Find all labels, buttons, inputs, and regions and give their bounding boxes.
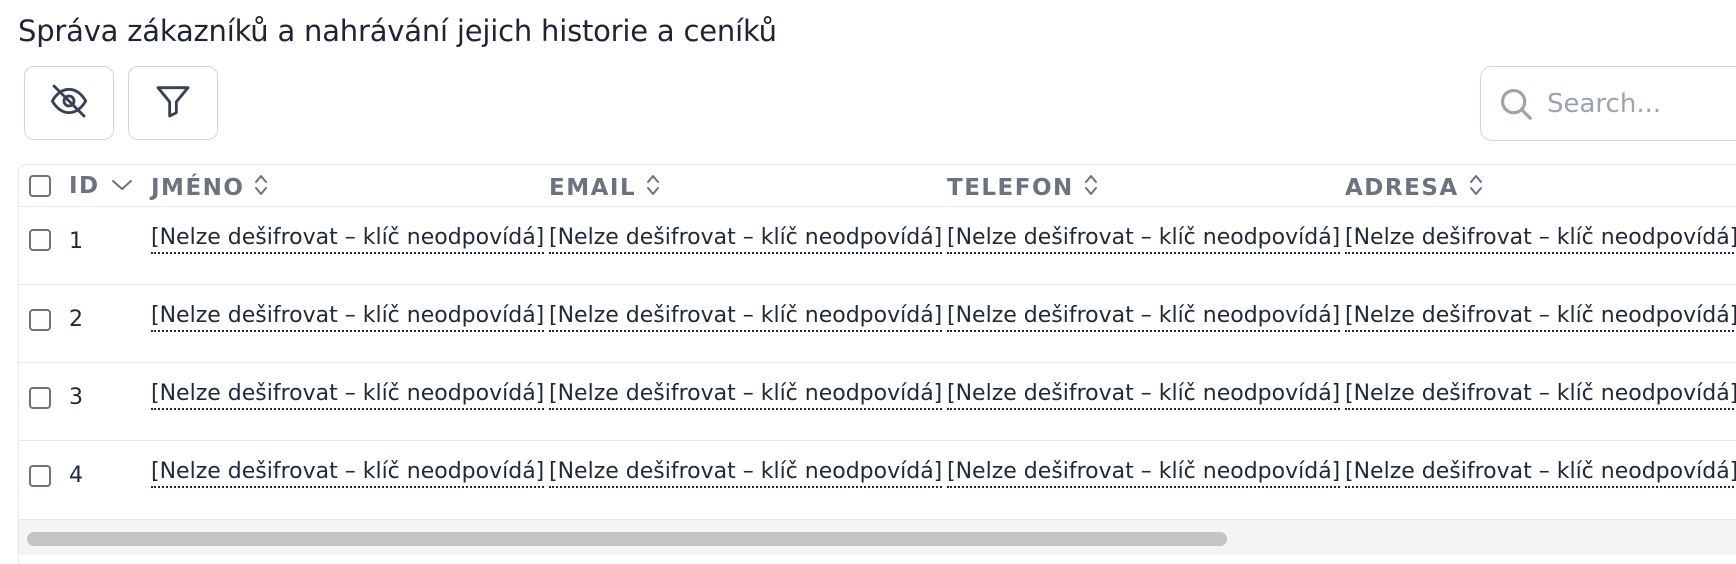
- search-field[interactable]: [1480, 66, 1736, 141]
- row-checkbox[interactable]: [29, 465, 51, 487]
- eye-off-icon: [49, 81, 89, 125]
- sort-icon: [244, 173, 268, 203]
- cell-jmeno[interactable]: [Nelze dešifrovat – klíč neodpovídá]: [151, 381, 545, 410]
- cell-id: 1: [69, 229, 83, 254]
- sort-icon: [1074, 173, 1098, 203]
- select-all-checkbox[interactable]: [29, 175, 51, 197]
- cell-adresa[interactable]: [Nelze dešifrovat – klíč neodpovídá]: [1345, 225, 1736, 254]
- column-header-telefon[interactable]: TELEFON: [947, 173, 1098, 203]
- cell-adresa[interactable]: [Nelze dešifrovat – klíč neodpovídá]: [1345, 459, 1736, 488]
- column-header-adresa[interactable]: ADRESA: [1345, 173, 1483, 203]
- cell-telefon[interactable]: [Nelze dešifrovat – klíč neodpovídá]: [947, 225, 1341, 254]
- column-header-jmeno[interactable]: JMÉNO: [151, 173, 268, 203]
- row-checkbox[interactable]: [29, 387, 51, 409]
- table-header: ID JMÉNO EMAIL TELEFON ADRESA: [19, 165, 1736, 207]
- search-input[interactable]: [1545, 87, 1736, 120]
- cell-telefon[interactable]: [Nelze dešifrovat – klíč neodpovídá]: [947, 381, 1341, 410]
- cell-jmeno[interactable]: [Nelze dešifrovat – klíč neodpovídá]: [151, 303, 545, 332]
- table-row[interactable]: 2 [Nelze dešifrovat – klíč neodpovídá] […: [19, 285, 1736, 363]
- cell-adresa[interactable]: [Nelze dešifrovat – klíč neodpovídá]: [1345, 303, 1736, 332]
- cell-email[interactable]: [Nelze dešifrovat – klíč neodpovídá]: [549, 381, 943, 410]
- sort-icon: [1459, 173, 1483, 203]
- table-row[interactable]: 3 [Nelze dešifrovat – klíč neodpovídá] […: [19, 363, 1736, 441]
- cell-id: 3: [69, 385, 83, 410]
- sort-icon: [636, 173, 660, 203]
- search-icon: [1497, 84, 1537, 124]
- cell-id: 2: [69, 307, 83, 332]
- filter-button[interactable]: [128, 66, 218, 140]
- cell-jmeno[interactable]: [Nelze dešifrovat – klíč neodpovídá]: [151, 225, 545, 254]
- horizontal-scrollbar[interactable]: [19, 519, 1736, 555]
- cell-id: 4: [69, 463, 83, 488]
- cell-email[interactable]: [Nelze dešifrovat – klíč neodpovídá]: [549, 303, 943, 332]
- column-header-id[interactable]: ID: [69, 173, 134, 199]
- chevron-down-icon: [100, 173, 134, 199]
- scrollbar-thumb[interactable]: [27, 532, 1227, 546]
- cell-telefon[interactable]: [Nelze dešifrovat – klíč neodpovídá]: [947, 303, 1341, 332]
- table-row[interactable]: 4 [Nelze dešifrovat – klíč neodpovídá] […: [19, 441, 1736, 519]
- cell-email[interactable]: [Nelze dešifrovat – klíč neodpovídá]: [549, 225, 943, 254]
- table-row[interactable]: 1 [Nelze dešifrovat – klíč neodpovídá] […: [19, 207, 1736, 285]
- page-title: Správa zákazníků a nahrávání jejich hist…: [18, 14, 777, 48]
- row-checkbox[interactable]: [29, 229, 51, 251]
- cell-jmeno[interactable]: [Nelze dešifrovat – klíč neodpovídá]: [151, 459, 545, 488]
- customers-table: ID JMÉNO EMAIL TELEFON ADRESA 1 [Nelze d…: [18, 164, 1736, 564]
- cell-email[interactable]: [Nelze dešifrovat – klíč neodpovídá]: [549, 459, 943, 488]
- filter-icon: [153, 81, 193, 125]
- cell-adresa[interactable]: [Nelze dešifrovat – klíč neodpovídá]: [1345, 381, 1736, 410]
- cell-telefon[interactable]: [Nelze dešifrovat – klíč neodpovídá]: [947, 459, 1341, 488]
- column-header-email[interactable]: EMAIL: [549, 173, 660, 203]
- row-checkbox[interactable]: [29, 309, 51, 331]
- toggle-columns-button[interactable]: [24, 66, 114, 140]
